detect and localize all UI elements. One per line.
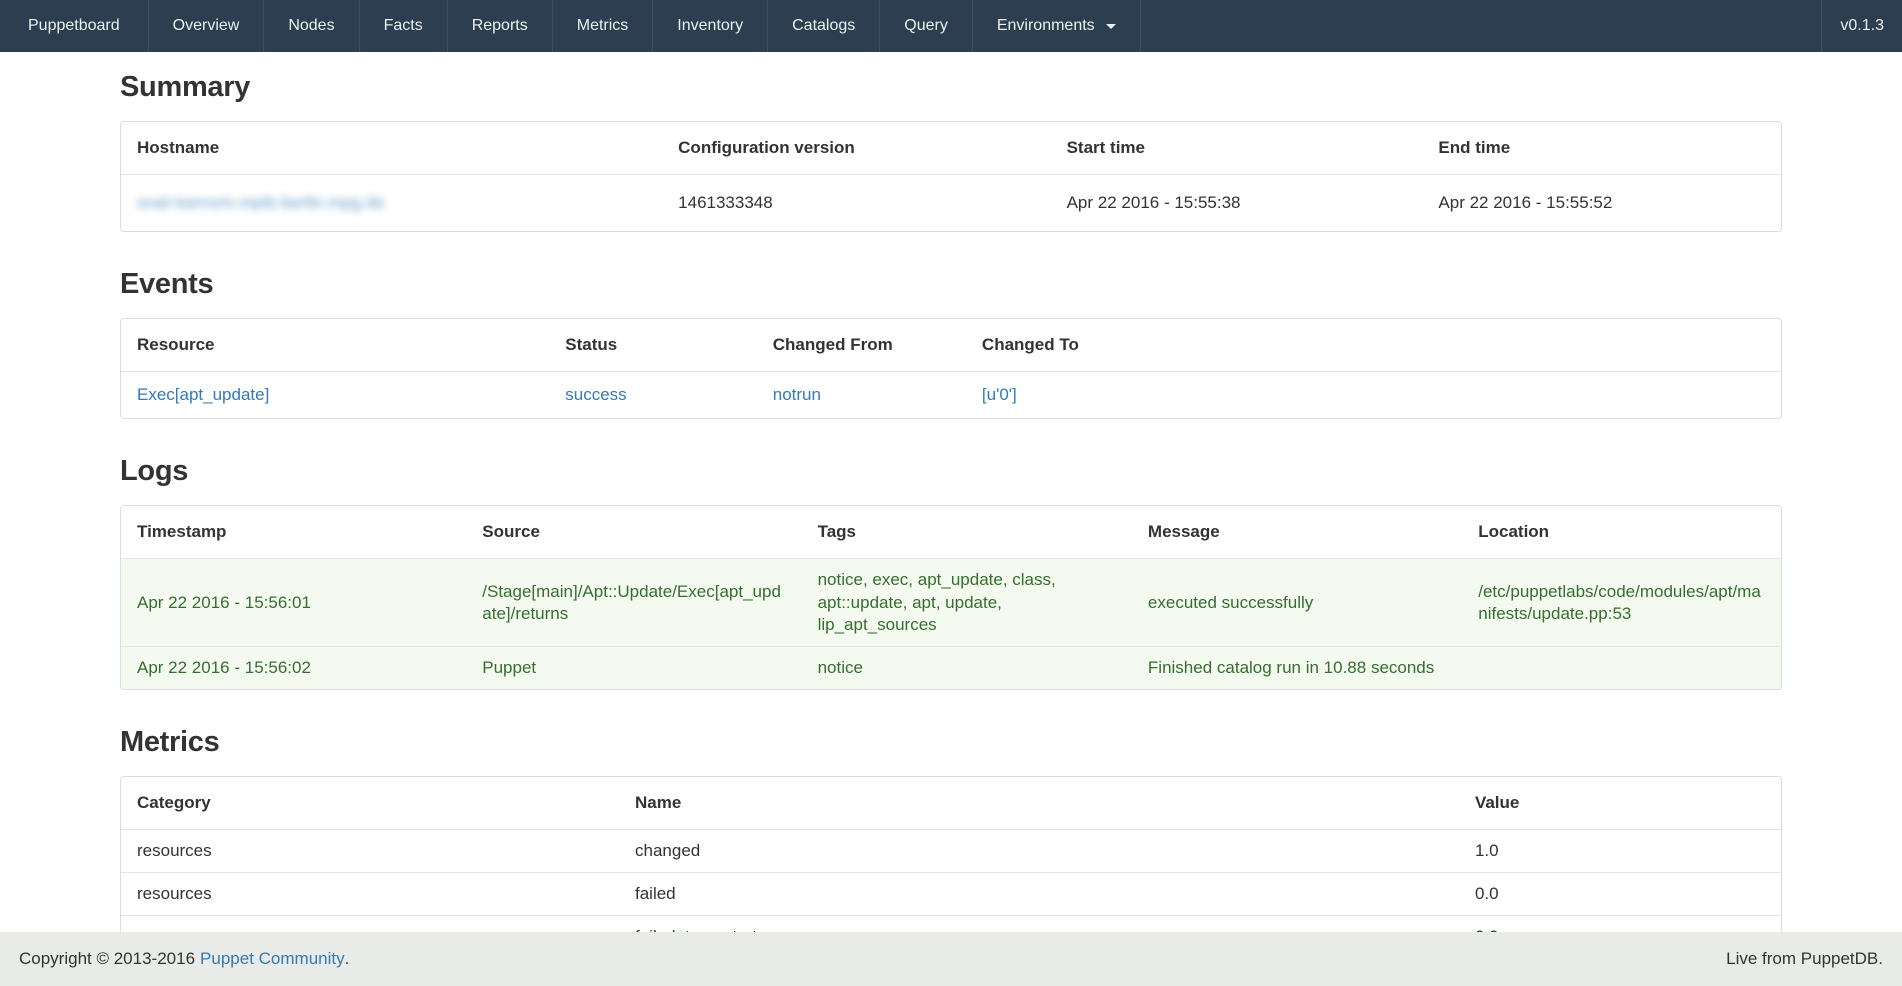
start-time-value: Apr 22 2016 - 15:55:38 (1051, 175, 1423, 232)
log-message: Finished catalog run in 10.88 seconds (1132, 646, 1462, 689)
metrics-col-name: Name (619, 777, 1459, 830)
page-footer: Copyright © 2013-2016 Puppet Community .… (0, 932, 1902, 986)
nav-item-inventory[interactable]: Inventory (653, 0, 768, 52)
config-version-value: 1461333348 (662, 175, 1050, 232)
nav-item-overview[interactable]: Overview (149, 0, 265, 52)
log-row: Apr 22 2016 - 15:56:02 Puppet notice Fin… (121, 646, 1781, 689)
events-col-status: Status (549, 319, 757, 372)
event-changed-to-link[interactable]: [u'0'] (982, 385, 1017, 404)
summary-col-config-version: Configuration version (662, 122, 1050, 175)
nav-item-reports[interactable]: Reports (448, 0, 553, 52)
summary-panel: Hostname Configuration version Start tim… (120, 121, 1782, 232)
logs-col-timestamp: Timestamp (121, 506, 466, 559)
navbar-brand[interactable]: Puppetboard (0, 0, 149, 52)
metric-category: resources (121, 829, 619, 872)
logs-col-tags: Tags (802, 506, 1132, 559)
events-col-changed-from: Changed From (757, 319, 966, 372)
chevron-down-icon (1106, 24, 1116, 29)
metrics-col-category: Category (121, 777, 619, 830)
summary-table: Hostname Configuration version Start tim… (121, 122, 1781, 231)
report-page: Summary Hostname Configuration version S… (120, 71, 1782, 986)
metrics-header-row: Category Name Value (121, 777, 1781, 830)
environments-label: Environments (997, 17, 1095, 35)
log-location (1462, 646, 1781, 689)
metric-row: resources failed 0.0 (121, 873, 1781, 916)
events-panel: Resource Status Changed From Changed To … (120, 318, 1782, 419)
logs-header-row: Timestamp Source Tags Message Location (121, 506, 1781, 559)
top-navbar: Puppetboard Overview Nodes Facts Reports… (0, 0, 1902, 52)
logs-col-location: Location (1462, 506, 1781, 559)
event-row: Exec[apt_update] success notrun [u'0'] (121, 372, 1781, 419)
hostname-link[interactable]: snat-tservvm.mpib-berlin.mpg.de (137, 193, 385, 212)
log-source: Puppet (466, 646, 801, 689)
event-status-link[interactable]: success (565, 385, 626, 404)
copyright-text: Copyright © 2013-2016 (19, 949, 195, 969)
nav-item-metrics[interactable]: Metrics (553, 0, 654, 52)
metric-name: failed (619, 873, 1459, 916)
summary-header-row: Hostname Configuration version Start tim… (121, 122, 1781, 175)
metric-row: resources changed 1.0 (121, 829, 1781, 872)
event-resource-link[interactable]: Exec[apt_update] (137, 385, 269, 404)
events-section-title: Events (120, 268, 1782, 301)
events-table: Resource Status Changed From Changed To … (121, 319, 1781, 418)
metrics-col-value: Value (1459, 777, 1781, 830)
log-timestamp: Apr 22 2016 - 15:56:02 (121, 646, 466, 689)
events-col-resource: Resource (121, 319, 549, 372)
logs-table: Timestamp Source Tags Message Location A… (121, 506, 1781, 688)
log-tags: notice, exec, apt_update, class, apt::up… (802, 559, 1132, 646)
summary-row: snat-tservvm.mpib-berlin.mpg.de 14613333… (121, 175, 1781, 232)
summary-col-hostname: Hostname (121, 122, 662, 175)
summary-col-end-time: End time (1422, 122, 1781, 175)
log-message: executed successfully (1132, 559, 1462, 646)
puppet-community-link[interactable]: Puppet Community (200, 949, 345, 969)
logs-panel: Timestamp Source Tags Message Location A… (120, 505, 1782, 689)
summary-section-title: Summary (120, 71, 1782, 104)
events-header-row: Resource Status Changed From Changed To (121, 319, 1781, 372)
copyright-suffix: . (345, 949, 350, 969)
log-source: /Stage[main]/Apt::Update/Exec[apt_update… (466, 559, 801, 646)
nav-item-facts[interactable]: Facts (360, 0, 448, 52)
nav-item-catalogs[interactable]: Catalogs (768, 0, 880, 52)
live-from-puppetdb-text: Live from PuppetDB. (1726, 949, 1883, 969)
nav-item-environments-dropdown[interactable]: Environments (973, 0, 1141, 52)
metrics-section-title: Metrics (120, 726, 1782, 759)
metric-category: resources (121, 873, 619, 916)
nav-item-nodes[interactable]: Nodes (264, 0, 359, 52)
event-changed-from-link[interactable]: notrun (773, 385, 821, 404)
metric-name: changed (619, 829, 1459, 872)
nav-item-query[interactable]: Query (880, 0, 973, 52)
log-location: /etc/puppetlabs/code/modules/apt/manifes… (1462, 559, 1781, 646)
logs-col-source: Source (466, 506, 801, 559)
summary-col-start-time: Start time (1051, 122, 1423, 175)
logs-col-message: Message (1132, 506, 1462, 559)
events-col-changed-to: Changed To (966, 319, 1781, 372)
log-tags: notice (802, 646, 1132, 689)
app-version: v0.1.3 (1821, 0, 1902, 52)
logs-section-title: Logs (120, 455, 1782, 488)
log-row: Apr 22 2016 - 15:56:01 /Stage[main]/Apt:… (121, 559, 1781, 646)
end-time-value: Apr 22 2016 - 15:55:52 (1422, 175, 1781, 232)
metric-value: 1.0 (1459, 829, 1781, 872)
metric-value: 0.0 (1459, 873, 1781, 916)
log-timestamp: Apr 22 2016 - 15:56:01 (121, 559, 466, 646)
